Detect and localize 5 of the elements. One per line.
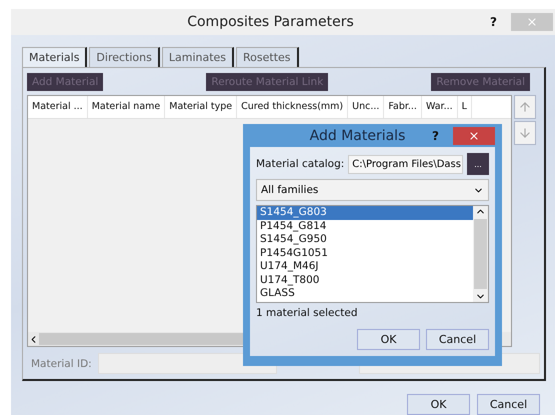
window-title: Composites Parameters xyxy=(186,14,355,30)
catalog-label: Material catalog: xyxy=(256,158,344,170)
material-id-label: Material ID: xyxy=(31,358,92,370)
selection-status: 1 material selected xyxy=(256,307,359,319)
dialog-title: Add Materials xyxy=(308,128,406,144)
